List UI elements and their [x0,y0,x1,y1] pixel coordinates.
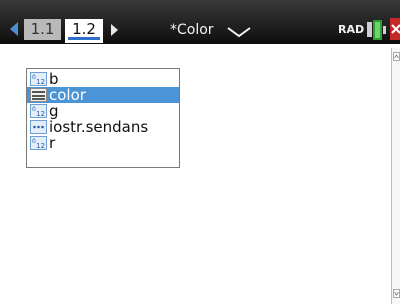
list-item-g[interactable]: 0 12 g [30,103,179,119]
vertical-scrollbar[interactable] [391,48,400,304]
scroll-tabs-right-icon[interactable] [111,24,118,36]
top-bar: 1.1 1.2 *Color RAD [0,0,400,44]
string-type-icon [30,120,47,134]
tab-label: 1.1 [30,20,55,38]
tab-label: 1.2 [72,20,96,38]
list-item-color[interactable]: color [27,87,179,103]
tab-1-1[interactable]: 1.1 [24,19,61,40]
variable-name: color [49,86,86,104]
tab-1-2[interactable]: 1.2 [65,19,103,43]
document-title[interactable]: *Color [170,20,214,40]
variable-name: g [49,102,59,120]
svg-text:12: 12 [36,142,45,150]
list-item-r[interactable]: 0 12 r [30,135,179,151]
list-item-b[interactable]: 0 12 b [30,71,179,87]
scroll-down-icon[interactable] [393,289,400,298]
number-type-icon: 0 12 [30,136,47,150]
scroll-tabs-left-icon[interactable] [10,22,18,36]
variable-name: r [49,134,56,152]
number-type-icon: 0 12 [30,72,47,86]
scroll-up-icon[interactable] [393,52,400,61]
matrix-type-icon [30,88,47,102]
angle-mode-label: RAD [338,23,365,36]
variable-name: iostr.sendans [49,118,149,136]
svg-text:12: 12 [36,78,45,86]
number-type-icon: 0 12 [30,104,47,118]
svg-text:12: 12 [36,110,45,118]
variable-list: 0 12 b color 0 12 g iostr.sendans 0 12 r [26,68,180,168]
battery-icon [367,20,386,40]
variable-name: b [49,70,59,88]
close-icon[interactable] [390,18,400,40]
list-item-iostr-sendans[interactable]: iostr.sendans [30,119,179,135]
chevron-down-icon[interactable] [226,25,252,39]
